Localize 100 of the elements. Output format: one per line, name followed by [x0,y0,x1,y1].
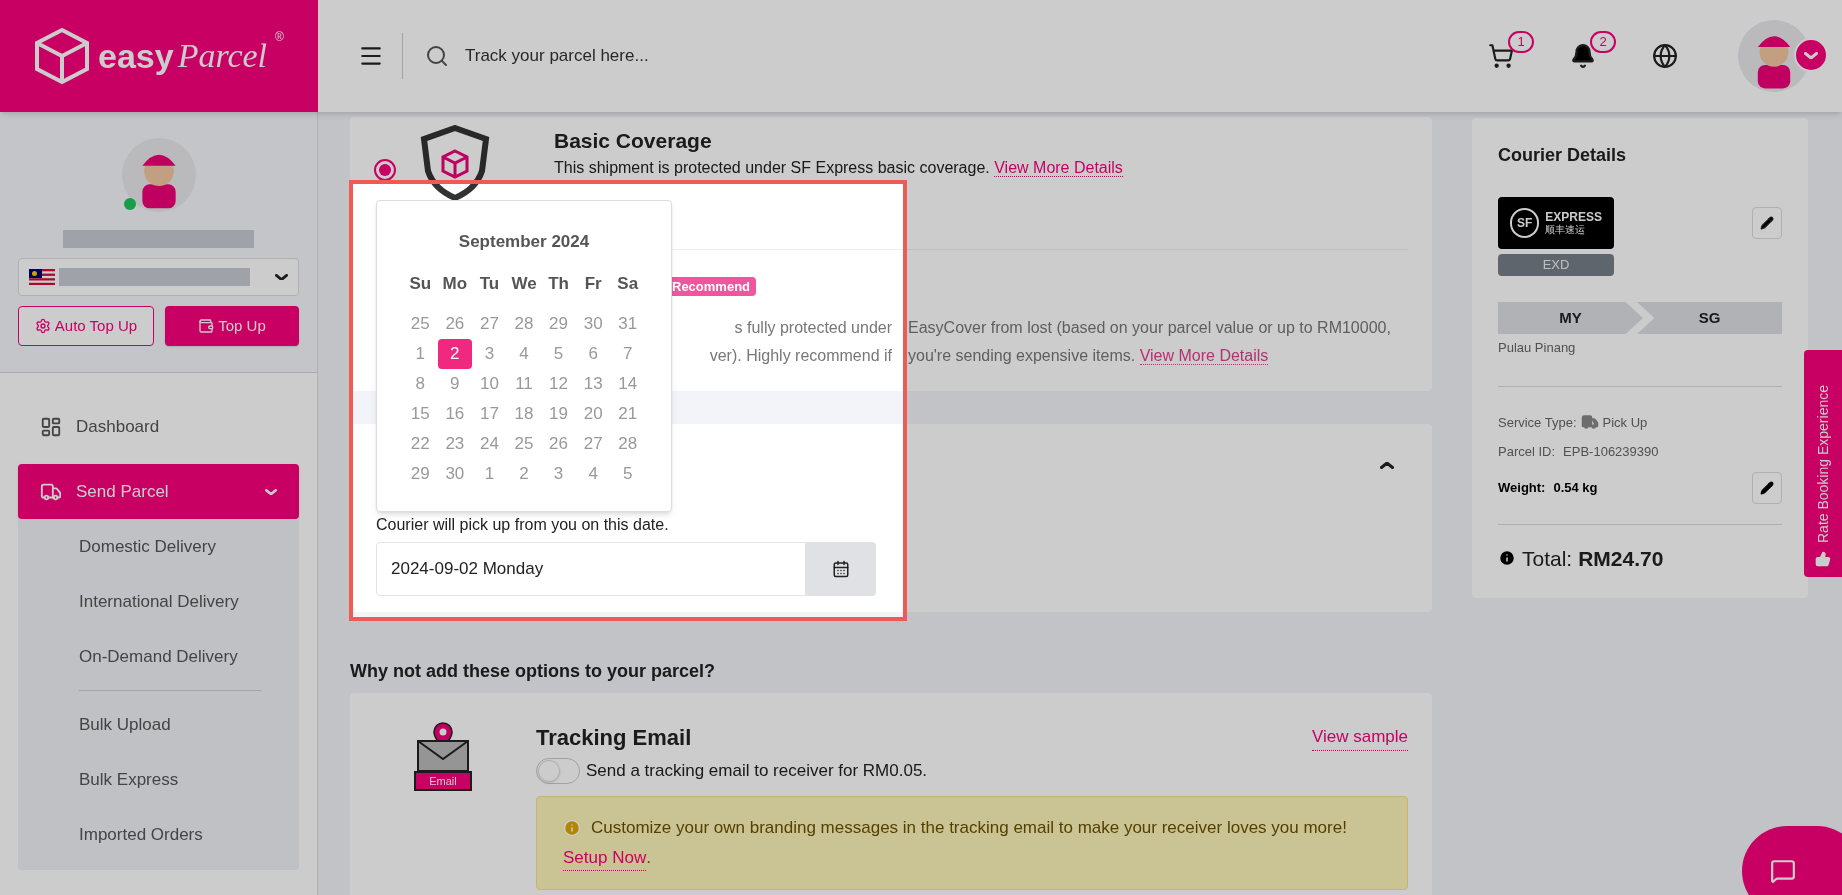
calendar-day[interactable]: 17 [479,400,499,427]
profile-menu-button[interactable] [1794,38,1828,72]
auto-top-up-button[interactable]: Auto Top Up [18,306,154,346]
service-type-label: Service Type: [1498,413,1577,432]
calendar-day[interactable]: 19 [549,400,568,427]
calendar-day[interactable]: 1 [415,340,425,367]
edit-button[interactable] [1752,471,1782,504]
cart-icon[interactable] [1488,43,1514,69]
weight-label: Weight: [1498,478,1546,497]
calendar-icon [832,560,850,578]
globe-icon[interactable] [1652,43,1678,69]
origin-state: Pulau Pinang [1498,339,1577,357]
calendar-day[interactable]: 10 [479,370,499,397]
view-sample-link[interactable]: View sample [1311,724,1408,751]
details-link[interactable]: View More Details [994,158,1123,177]
calendar-day[interactable]: 30 [445,460,465,487]
calendar-day[interactable]: 30 [583,310,603,337]
toggle-label: Send a tracking email to receiver for RM0.05. [586,760,928,783]
calendar-day[interactable]: 26 [549,430,568,457]
total-value: RM24.70 [1578,545,1664,572]
service-type-value: Pick Up [1602,413,1648,432]
calendar-day[interactable]: 21 [618,400,638,427]
calendar-day[interactable]: 25 [410,310,430,337]
calendar-day[interactable]: 15 [410,400,430,427]
calendar-day[interactable]: 2 [437,338,472,369]
chat-icon [1770,858,1796,884]
edit-button[interactable] [1752,207,1782,239]
submenu-item[interactable]: International Delivery [79,574,261,629]
logo-text: EXPRESS [1545,211,1602,223]
addon-title: Tracking Email [536,724,692,752]
calendar-day[interactable]: 28 [618,430,638,457]
calendar-day[interactable]: 16 [445,400,465,427]
feedback-tab[interactable]: Rate Booking Experience [1804,350,1842,577]
calendar-day[interactable]: 31 [618,310,638,337]
setup-link[interactable]: Setup Now [563,844,647,871]
submenu-item[interactable]: Domestic Delivery [79,519,261,574]
calendar-day[interactable]: 27 [583,430,603,457]
calendar-day[interactable]: 2 [519,460,529,487]
calendar-day[interactable]: 6 [588,340,598,367]
calendar-day[interactable]: 29 [549,310,568,337]
destination-country: SG [1637,302,1782,334]
calendar-day[interactable]: 28 [514,310,534,337]
coverage-text: This shipment is protected under SF Express basic coverage. View More Details [554,158,1123,177]
logo-text: 顺丰速运 [1545,225,1587,235]
calendar-title: September 2024 [457,231,591,253]
calendar-day[interactable]: 27 [479,310,499,337]
calendar-day[interactable]: 26 [445,310,465,337]
search-field[interactable]: Track your parcel here... [465,43,965,69]
weekday-label: Sa [616,272,640,295]
submenu-item[interactable]: Bulk Upload [79,697,261,752]
calendar-day[interactable]: 1 [484,460,495,487]
calendar-day[interactable]: 24 [479,430,499,457]
origin-country: MY [1498,302,1643,334]
calendar-button[interactable] [806,542,876,596]
envelope-pin-icon [415,721,471,771]
sidebar-item[interactable]: Send Parcel [18,464,299,519]
account-select[interactable] [18,258,299,296]
email-icon-label: Email [414,771,472,791]
submenu-item[interactable]: Imported Orders [79,807,261,862]
calendar-day[interactable]: 11 [515,370,533,397]
registered-mark: ® [275,29,284,46]
weight-value: 0.54 kg [1553,478,1598,497]
calendar-day[interactable]: 7 [622,340,633,367]
notification-icon[interactable] [1570,43,1596,69]
calendar-day[interactable]: 14 [618,370,638,397]
toggle-switch[interactable] [536,758,580,784]
cube-icon [34,27,90,85]
sidebar-item[interactable]: Dashboard [18,399,299,454]
calendar-day[interactable]: 22 [410,430,430,457]
calendar-day[interactable]: 9 [450,370,460,397]
tip-text: . [646,846,651,869]
calendar-day[interactable]: 5 [553,340,564,367]
truck-icon [1580,413,1599,432]
logo[interactable]: easyParcel ® [0,0,318,112]
calendar-day[interactable]: 13 [583,370,603,397]
calendar-day[interactable]: 12 [549,370,568,397]
calendar-day[interactable]: 18 [514,400,534,427]
top-up-button[interactable]: Top Up [165,306,299,346]
calendar-day[interactable]: 5 [622,460,633,487]
calendar-day[interactable]: 23 [445,430,465,457]
calendar-day[interactable]: 4 [588,460,598,487]
calendar-day[interactable]: 25 [514,430,534,457]
weekday-label: We [510,272,538,295]
calendar-day[interactable]: 3 [484,340,495,367]
weekday-label: Th [547,272,570,295]
courier-title: Courier Details [1498,144,1628,167]
pencil-icon [1760,480,1774,495]
dashboard-icon [40,415,62,438]
submenu-item[interactable]: Bulk Express [79,752,261,807]
calendar-day[interactable]: 29 [410,460,430,487]
date-field[interactable]: 2024-09-02 Monday [376,542,806,596]
calendar-day[interactable]: 20 [583,400,603,427]
calendar-day[interactable]: 3 [553,460,564,487]
weekday-label: Fr [583,272,603,295]
calendar-day[interactable]: 4 [519,340,529,367]
submenu-item[interactable]: On-Demand Delivery [79,629,261,684]
easycover-text: s fully protected under EasyCover from lost (based on your parcel value or up to RM10000, [733,318,1392,338]
radio-button[interactable] [374,159,396,181]
calendar-day[interactable]: 8 [415,370,425,397]
details-link[interactable]: View More Details [1139,347,1269,365]
